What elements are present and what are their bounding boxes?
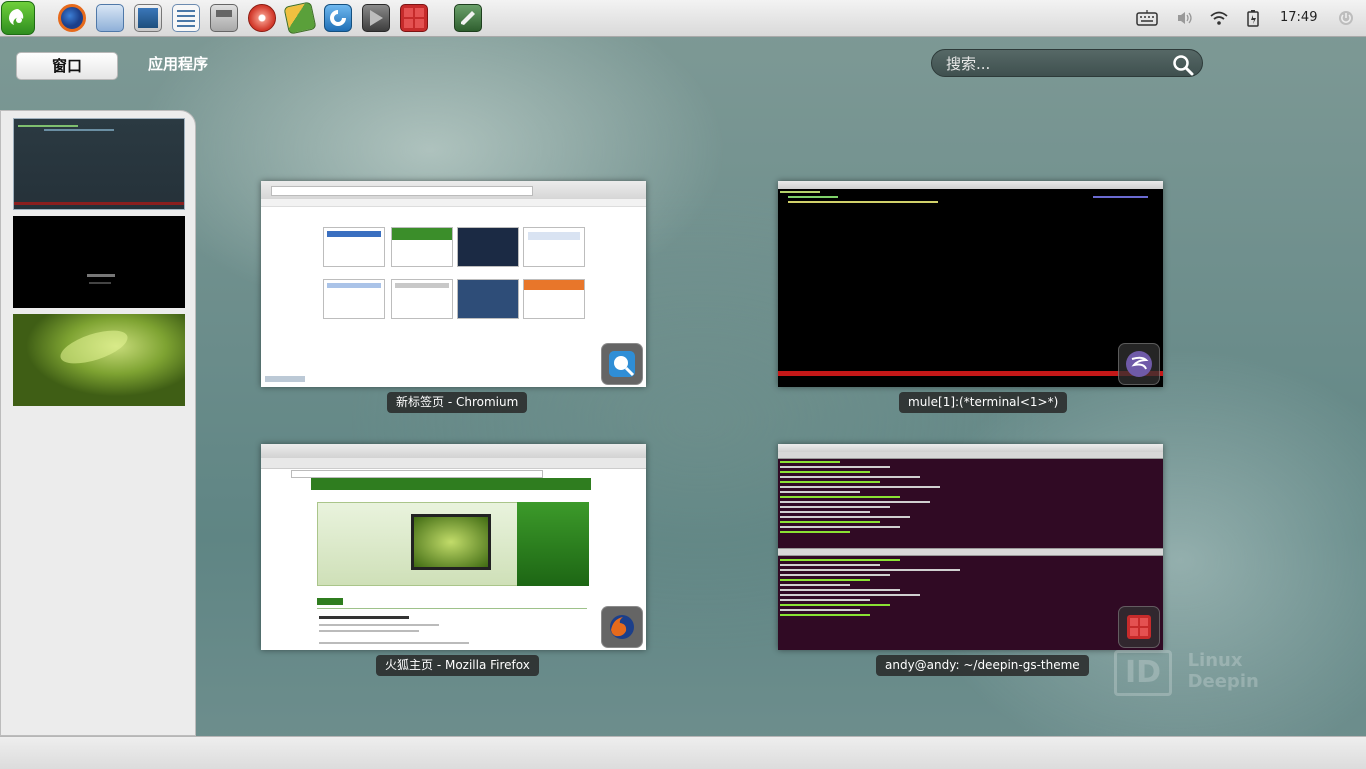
tab-windows[interactable]: 窗口 bbox=[16, 52, 118, 80]
linux-deepin-watermark: ID Linux Deepin bbox=[1114, 650, 1259, 696]
window-thumbnail-firefox[interactable] bbox=[261, 444, 646, 650]
workspace-panel bbox=[0, 110, 196, 736]
watermark-line1: Linux bbox=[1187, 650, 1243, 671]
search-icon[interactable] bbox=[1172, 54, 1194, 80]
window-title[interactable]: mule[1]:(*terminal<1>*) bbox=[899, 392, 1068, 413]
text-editor-icon[interactable] bbox=[451, 1, 485, 35]
file-manager-icon[interactable] bbox=[207, 1, 241, 35]
bottom-panel bbox=[0, 736, 1366, 769]
wifi-icon[interactable] bbox=[1206, 0, 1232, 36]
chromium-app-badge-icon bbox=[601, 343, 643, 385]
volume-icon[interactable] bbox=[1172, 0, 1198, 36]
software-center-icon[interactable] bbox=[283, 1, 317, 35]
watermark-brand: ID bbox=[1114, 650, 1172, 696]
workspace-2[interactable] bbox=[13, 216, 185, 308]
terminal-icon[interactable] bbox=[397, 1, 431, 35]
firefox-app-badge-icon bbox=[601, 606, 643, 648]
window-title[interactable]: andy@andy: ~/deepin-gs-theme bbox=[876, 655, 1089, 676]
firefox-icon[interactable] bbox=[55, 1, 89, 35]
mail-icon[interactable] bbox=[93, 1, 127, 35]
power-icon[interactable] bbox=[1333, 0, 1359, 36]
window-thumbnail-terminal[interactable] bbox=[778, 444, 1163, 650]
tab-applications[interactable]: 应用程序 bbox=[148, 53, 208, 74]
keyboard-icon[interactable] bbox=[1134, 0, 1160, 36]
window-title[interactable]: 新标签页 - Chromium bbox=[387, 392, 528, 413]
window-thumbnail-emacs[interactable] bbox=[778, 181, 1163, 387]
deepin-menu-icon[interactable] bbox=[1, 1, 35, 35]
image-viewer-icon[interactable] bbox=[131, 1, 165, 35]
search-input[interactable] bbox=[944, 53, 1168, 75]
top-panel: 17:49 bbox=[0, 0, 1366, 37]
window-title[interactable]: 火狐主页 - Mozilla Firefox bbox=[376, 655, 539, 676]
workspace-3[interactable] bbox=[13, 314, 185, 406]
terminal-app-badge-icon bbox=[1118, 606, 1160, 648]
clock[interactable]: 17:49 bbox=[1280, 10, 1317, 25]
watermark-line2: Deepin bbox=[1187, 671, 1259, 692]
search-box[interactable] bbox=[931, 49, 1203, 77]
media-player-icon[interactable] bbox=[359, 1, 393, 35]
battery-icon[interactable] bbox=[1240, 0, 1266, 36]
document-viewer-icon[interactable] bbox=[169, 1, 203, 35]
window-thumbnail-chromium[interactable] bbox=[261, 181, 646, 387]
workspace-1[interactable] bbox=[13, 118, 185, 210]
chromium-icon[interactable] bbox=[321, 1, 355, 35]
emacs-app-badge-icon bbox=[1118, 343, 1160, 385]
disc-burner-icon[interactable] bbox=[245, 1, 279, 35]
